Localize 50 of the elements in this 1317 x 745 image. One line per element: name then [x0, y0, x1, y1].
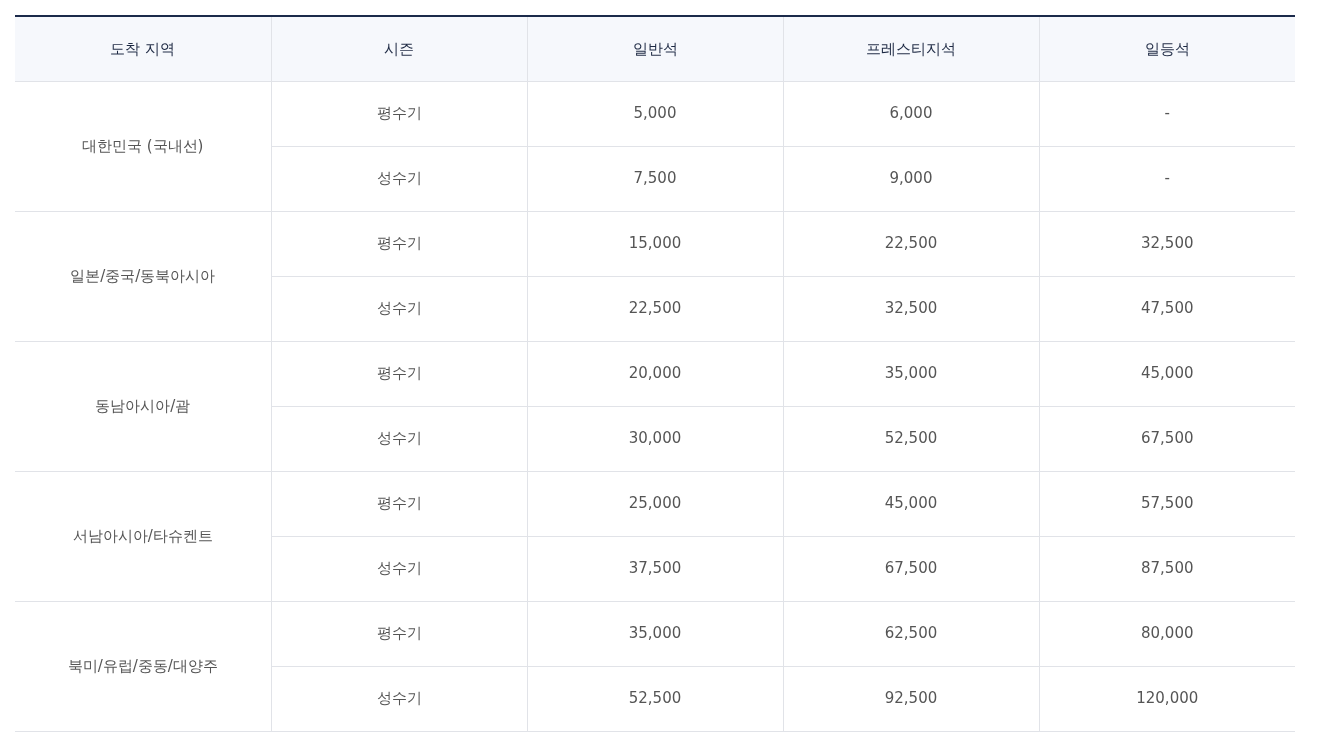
table-cell: 평수기: [271, 601, 527, 666]
table-cell: 22,500: [527, 276, 783, 341]
region-cell: 동남아시아/괌: [15, 341, 271, 471]
table-cell: 52,500: [783, 406, 1039, 471]
table-cell: 80,000: [1039, 601, 1295, 666]
table-cell: 15,000: [527, 211, 783, 276]
table-cell: 37,500: [527, 536, 783, 601]
table-cell: 평수기: [271, 341, 527, 406]
table-cell: -: [1039, 81, 1295, 146]
table-cell: 67,500: [783, 536, 1039, 601]
table-cell: 7,500: [527, 146, 783, 211]
table-cell: 6,000: [783, 81, 1039, 146]
table-cell: 성수기: [271, 146, 527, 211]
table-cell: 87,500: [1039, 536, 1295, 601]
table-cell: 평수기: [271, 81, 527, 146]
table-cell: 20,000: [527, 341, 783, 406]
column-header: 시즌: [271, 16, 527, 81]
table-cell: 47,500: [1039, 276, 1295, 341]
table-cell: 57,500: [1039, 471, 1295, 536]
table-cell: 평수기: [271, 211, 527, 276]
table-cell: -: [1039, 146, 1295, 211]
table-cell: 30,000: [527, 406, 783, 471]
table-cell: 67,500: [1039, 406, 1295, 471]
table-cell: 32,500: [1039, 211, 1295, 276]
table-cell: 성수기: [271, 276, 527, 341]
table-cell: 5,000: [527, 81, 783, 146]
region-cell: 북미/유럽/중동/대양주: [15, 601, 271, 731]
table-cell: 52,500: [527, 666, 783, 731]
region-cell: 대한민국 (국내선): [15, 81, 271, 211]
table-cell: 22,500: [783, 211, 1039, 276]
table-cell: 32,500: [783, 276, 1039, 341]
table-cell: 성수기: [271, 666, 527, 731]
region-cell: 서남아시아/타슈켄트: [15, 471, 271, 601]
table-cell: 35,000: [527, 601, 783, 666]
column-header: 일등석: [1039, 16, 1295, 81]
table-cell: 성수기: [271, 406, 527, 471]
column-header: 프레스티지석: [783, 16, 1039, 81]
table-cell: 35,000: [783, 341, 1039, 406]
table-cell: 62,500: [783, 601, 1039, 666]
column-header: 일반석: [527, 16, 783, 81]
column-header: 도착 지역: [15, 16, 271, 81]
table-cell: 45,000: [1039, 341, 1295, 406]
table-cell: 45,000: [783, 471, 1039, 536]
table-cell: 성수기: [271, 536, 527, 601]
table-cell: 평수기: [271, 471, 527, 536]
table-cell: 25,000: [527, 471, 783, 536]
table-cell: 92,500: [783, 666, 1039, 731]
table-cell: 120,000: [1039, 666, 1295, 731]
region-cell: 일본/중국/동북아시아: [15, 211, 271, 341]
table-cell: 9,000: [783, 146, 1039, 211]
